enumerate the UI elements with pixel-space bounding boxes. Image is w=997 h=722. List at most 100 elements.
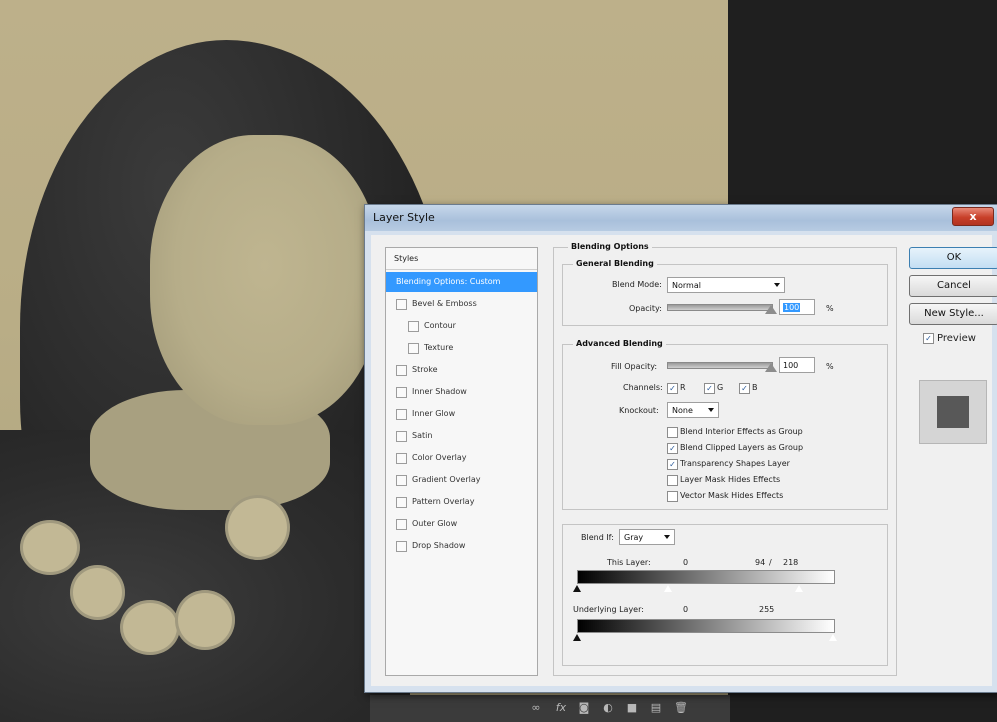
style-checkbox[interactable] (396, 519, 407, 530)
dialog-titlebar[interactable]: Layer Style x (365, 205, 997, 231)
trash-icon[interactable]: 🗑 (674, 702, 688, 714)
advanced-option-checkbox[interactable]: ✓ (667, 443, 678, 454)
knockout-value: None (672, 406, 693, 415)
styles-list-item[interactable]: Pattern Overlay (386, 492, 537, 512)
this-layer-low: 0 (683, 558, 689, 567)
underlying-layer-high: 255 (759, 605, 775, 614)
channel-g-checkbox[interactable]: ✓ (704, 383, 715, 394)
styles-list-item[interactable]: Gradient Overlay (386, 470, 537, 490)
style-checkbox[interactable] (408, 343, 419, 354)
styles-list-item[interactable]: Inner Shadow (386, 382, 537, 402)
fx-icon[interactable]: fx (555, 702, 567, 714)
styles-list-item[interactable]: Blending Options: Custom (386, 272, 537, 292)
opacity-slider[interactable] (667, 304, 773, 311)
styles-list-item[interactable]: Inner Glow (386, 404, 537, 424)
this-layer-high-split: 218 (783, 558, 799, 567)
new-layer-icon[interactable]: ▤ (650, 702, 662, 714)
ok-button[interactable]: OK (909, 247, 997, 269)
style-checkbox[interactable] (408, 321, 419, 332)
blend-mode-value: Normal (672, 281, 701, 290)
styles-list-item[interactable]: Color Overlay (386, 448, 537, 468)
styles-header[interactable]: Styles (386, 248, 537, 270)
underlying-white-slider[interactable] (829, 634, 837, 641)
styles-list-item-label: Blending Options: Custom (396, 277, 501, 286)
advanced-option-label: Vector Mask Hides Effects (680, 491, 784, 500)
photo-flower (70, 565, 125, 620)
fill-opacity-label: Fill Opacity: (611, 362, 658, 371)
channel-r-label: R (680, 383, 686, 392)
style-checkbox[interactable] (396, 497, 407, 508)
fill-opacity-input[interactable]: 100 (779, 357, 815, 373)
adjustment-icon[interactable]: ◐ (602, 702, 614, 714)
photo-flower (120, 600, 180, 655)
opacity-input[interactable]: 100 (779, 299, 815, 315)
this-layer-white-slider-left[interactable] (664, 585, 672, 592)
dialog-title: Layer Style (373, 211, 435, 224)
underlying-black-slider[interactable] (573, 634, 581, 641)
advanced-blending-title: Advanced Blending (573, 339, 666, 348)
opacity-slider-thumb[interactable] (765, 305, 777, 314)
style-checkbox[interactable] (396, 299, 407, 310)
preview-checkbox[interactable]: ✓ (923, 333, 934, 344)
general-blending-title: General Blending (573, 259, 657, 268)
blend-if-group: Blend If: Gray This Layer: 0 94 / 218 Un… (562, 524, 888, 666)
cancel-button[interactable]: Cancel (909, 275, 997, 297)
channel-r-checkbox[interactable]: ✓ (667, 383, 678, 394)
styles-list-item[interactable]: Texture (386, 338, 537, 358)
new-style-button[interactable]: New Style... (909, 303, 997, 325)
blend-if-value: Gray (624, 533, 644, 542)
blending-options-title: Blending Options (568, 242, 652, 251)
advanced-option-label: Blend Clipped Layers as Group (680, 443, 804, 452)
style-checkbox[interactable] (396, 409, 407, 420)
link-icon[interactable]: ∞ (530, 702, 542, 714)
advanced-option-checkbox[interactable] (667, 475, 678, 486)
fill-opacity-slider[interactable] (667, 362, 773, 369)
this-layer-separator: / (769, 558, 772, 567)
style-checkbox[interactable] (396, 453, 407, 464)
advanced-option-label: Layer Mask Hides Effects (680, 475, 781, 484)
advanced-option-checkbox[interactable] (667, 427, 678, 438)
style-checkbox[interactable] (396, 431, 407, 442)
styles-list: Styles Blending Options: Custom Bevel & E… (385, 247, 538, 676)
styles-list-item-label: Inner Glow (412, 409, 456, 418)
style-checkbox[interactable] (396, 541, 407, 552)
underlying-layer-gradient[interactable] (577, 619, 835, 633)
blend-mode-label: Blend Mode: (612, 280, 662, 289)
style-checkbox[interactable] (396, 365, 407, 376)
style-preview-square (937, 396, 969, 428)
folder-icon[interactable]: ■ (626, 702, 638, 714)
styles-list-item[interactable]: Stroke (386, 360, 537, 380)
close-button[interactable]: x (952, 207, 994, 226)
styles-list-item[interactable]: Contour (386, 316, 537, 336)
blend-if-select[interactable]: Gray (619, 529, 675, 545)
channels-label: Channels: (623, 383, 663, 392)
styles-list-item[interactable]: Bevel & Emboss (386, 294, 537, 314)
knockout-select[interactable]: None (667, 402, 719, 418)
this-layer-white-slider-right[interactable] (795, 585, 803, 592)
opacity-unit: % (826, 304, 834, 313)
styles-list-item-label: Contour (424, 321, 456, 330)
advanced-option-checkbox[interactable] (667, 491, 678, 502)
styles-list-item[interactable]: Satin (386, 426, 537, 446)
underlying-layer-label: Underlying Layer: (573, 605, 644, 614)
chevron-down-icon (708, 408, 714, 412)
fill-opacity-unit: % (826, 362, 834, 371)
general-blending-group: General Blending Blend Mode: Normal Opac… (562, 259, 888, 326)
channel-b-checkbox[interactable]: ✓ (739, 383, 750, 394)
channel-b-label: B (752, 383, 758, 392)
underlying-layer-low: 0 (683, 605, 689, 614)
mask-icon[interactable]: ◙ (578, 702, 590, 714)
this-layer-black-slider[interactable] (573, 585, 581, 592)
advanced-option-label: Blend Interior Effects as Group (680, 427, 803, 436)
styles-list-item[interactable]: Outer Glow (386, 514, 537, 534)
styles-list-item-label: Bevel & Emboss (412, 299, 477, 308)
styles-list-item[interactable]: Drop Shadow (386, 536, 537, 556)
advanced-option-checkbox[interactable]: ✓ (667, 459, 678, 470)
styles-list-item-label: Color Overlay (412, 453, 467, 462)
style-checkbox[interactable] (396, 387, 407, 398)
blend-mode-select[interactable]: Normal (667, 277, 785, 293)
style-checkbox[interactable] (396, 475, 407, 486)
photo-flower (20, 520, 80, 575)
this-layer-gradient[interactable] (577, 570, 835, 584)
fill-opacity-slider-thumb[interactable] (765, 363, 777, 372)
